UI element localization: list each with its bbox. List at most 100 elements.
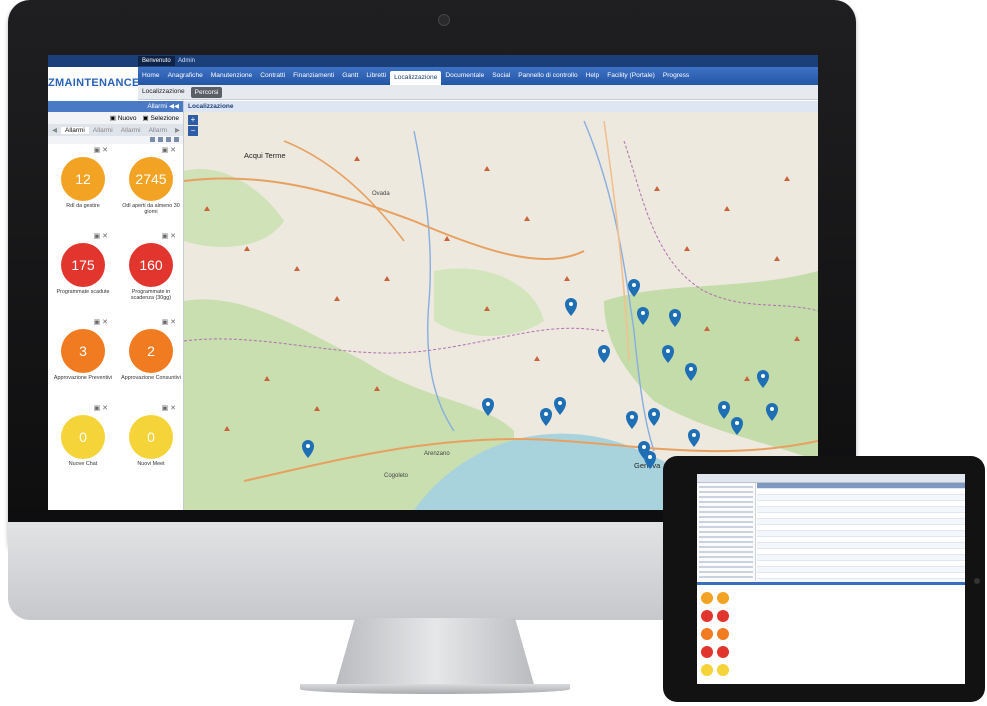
widget-approvazione-preventivi[interactable]: ▣ ✕ 3 Approvazione Preventivi: [52, 318, 114, 404]
widget-tools-icon[interactable]: ▣ ✕: [94, 232, 108, 240]
map-pin-icon[interactable]: [766, 403, 778, 421]
menu-item-localizzazione[interactable]: Localizzazione: [390, 71, 442, 85]
tablet-widget-dot[interactable]: [701, 646, 713, 658]
zoom-in-button[interactable]: +: [188, 115, 198, 125]
widget-label: Programmate in scadenza (30gg): [130, 289, 172, 301]
widget-tools-icon[interactable]: ▣ ✕: [94, 318, 108, 326]
sidebar-tabs: ◀ Allarmi Allarmi Allarmi Allarm ▶: [48, 124, 183, 136]
widget-nuove-chat[interactable]: ▣ ✕ 0 Nuove Chat: [52, 404, 114, 490]
widget-tools-icon[interactable]: ▣ ✕: [162, 318, 176, 326]
widget-programmate-scadute[interactable]: ▣ ✕ 175 Programmate scadute: [52, 232, 114, 318]
camera-icon: [438, 14, 450, 26]
zoom-out-button[interactable]: −: [188, 126, 198, 136]
map-pin-icon[interactable]: [648, 408, 660, 426]
widget-label: Programmate scadute: [56, 289, 110, 295]
tablet-widget-dot[interactable]: [701, 664, 713, 676]
tab-allarmi-2[interactable]: Allarmi: [89, 127, 117, 134]
sidebar-header[interactable]: Allarmi ◀◀: [48, 101, 183, 112]
export-icon[interactable]: [166, 137, 171, 142]
menu-item-documentale[interactable]: Documentale: [441, 67, 488, 85]
print-icon[interactable]: [158, 137, 163, 142]
widget-value: 160: [129, 243, 173, 287]
map-pin-icon[interactable]: [626, 411, 638, 429]
map-pin-icon[interactable]: [718, 401, 730, 419]
widget-tools-icon[interactable]: ▣ ✕: [162, 146, 176, 154]
menu-item-manutenzione[interactable]: Manutenzione: [207, 67, 256, 85]
menu-item-social[interactable]: Social: [488, 67, 514, 85]
widget-approvazione-consuntivi[interactable]: ▣ ✕ 2 Approvazione Consuntivi: [120, 318, 182, 404]
new-button[interactable]: ▣ Nuovo: [110, 114, 137, 122]
menu-item-gantt[interactable]: Gantt: [338, 67, 362, 85]
menu-item-anagrafiche[interactable]: Anagrafiche: [164, 67, 207, 85]
tab-allarmi-4[interactable]: Allarm: [145, 127, 171, 134]
widget-tools-icon[interactable]: ▣ ✕: [94, 146, 108, 154]
map-pin-icon[interactable]: [637, 307, 649, 325]
user-name[interactable]: Admin: [178, 56, 195, 66]
map-pin-icon[interactable]: [598, 345, 610, 363]
tablet-home-button[interactable]: [974, 578, 980, 584]
new-label: Nuovo: [117, 115, 137, 122]
zoom-controls: + −: [188, 115, 198, 137]
map-pin-icon[interactable]: [628, 279, 640, 297]
widget-tools-icon[interactable]: ▣ ✕: [94, 404, 108, 412]
collapse-icon[interactable]: ◀◀: [169, 103, 179, 110]
widget-label: Nuove Chat: [68, 461, 98, 467]
tab-percorsi[interactable]: Percorsi: [190, 86, 223, 98]
tablet-widget-dot[interactable]: [701, 628, 713, 640]
tab-allarmi-3[interactable]: Allarmi: [117, 127, 145, 134]
tablet-widget-dot[interactable]: [717, 664, 729, 676]
tabs-next-icon[interactable]: ▶: [171, 126, 184, 134]
tablet-widget-dot[interactable]: [717, 628, 729, 640]
menu-item-pannello[interactable]: Pannello di controllo: [514, 67, 581, 85]
map-pin-icon[interactable]: [540, 408, 552, 426]
map-pin-dot: [306, 444, 310, 448]
widget-rdi[interactable]: ▣ ✕ 12 RdI da gestire: [52, 146, 114, 232]
tabs-prev-icon[interactable]: ◀: [48, 126, 61, 134]
map-pin-dot: [666, 349, 670, 353]
tablet-widget-dot[interactable]: [717, 610, 729, 622]
map-pin-icon[interactable]: [482, 398, 494, 416]
select-button[interactable]: ▣ Selezione: [142, 114, 179, 122]
tab-localizzazione[interactable]: Localizzazione: [138, 85, 189, 99]
map-pin-icon[interactable]: [685, 363, 697, 381]
imac-screen: Benvenuto Admin ZMAINTENANCE Home Anagra…: [48, 55, 818, 510]
widget-label: Approvazione Consuntivi: [121, 375, 181, 381]
tablet-widget-dot[interactable]: [717, 646, 729, 658]
menu-item-progress[interactable]: Progress: [659, 67, 693, 85]
refresh-icon[interactable]: [174, 137, 179, 142]
menu-item-facility[interactable]: Facility (Portale): [603, 67, 659, 85]
widget-tools-icon[interactable]: ▣ ✕: [162, 232, 176, 240]
search-icon[interactable]: [150, 137, 155, 142]
map-view[interactable]: Localizzazione + − Acqui Terme Ovada Are…: [184, 101, 818, 510]
widget-label: Nuovi Meet: [137, 461, 165, 467]
tablet-widget-dot[interactable]: [701, 592, 713, 604]
map-pin-dot: [722, 405, 726, 409]
imac-stand: [335, 618, 535, 688]
menu-item-libretti[interactable]: Libretti: [362, 67, 390, 85]
map-pin-icon[interactable]: [669, 309, 681, 327]
sidebar-title: Allarmi: [147, 103, 168, 110]
map-pin-icon[interactable]: [757, 370, 769, 388]
map-pin-icon[interactable]: [662, 345, 674, 363]
tablet-widget-dot[interactable]: [717, 592, 729, 604]
map-pin-icon[interactable]: [554, 397, 566, 415]
map-pin-icon[interactable]: [731, 417, 743, 435]
menu-item-contratti[interactable]: Contratti: [256, 67, 289, 85]
menu-item-finanziamenti[interactable]: Finanziamenti: [289, 67, 338, 85]
main-menu: Home Anagrafiche Manutenzione Contratti …: [138, 67, 818, 85]
map-pin-icon[interactable]: [302, 440, 314, 458]
menu-item-help[interactable]: Help: [582, 67, 604, 85]
menu-item-home[interactable]: Home: [138, 67, 164, 85]
widget-programmate-scadenza[interactable]: ▣ ✕ 160 Programmate in scadenza (30gg): [120, 232, 182, 318]
map-pin-dot: [544, 412, 548, 416]
map-pin-icon[interactable]: [644, 451, 656, 469]
map-pin-dot: [652, 412, 656, 416]
tablet-widget-dot[interactable]: [701, 610, 713, 622]
widget-nuovi-meet[interactable]: ▣ ✕ 0 Nuovi Meet: [120, 404, 182, 490]
map-pin-icon[interactable]: [565, 298, 577, 316]
map-pin-icon[interactable]: [688, 429, 700, 447]
map-pin-dot: [642, 445, 646, 449]
tab-allarmi-1[interactable]: Allarmi: [61, 126, 89, 134]
widget-odl[interactable]: ▣ ✕ 2745 Odl aperti da almeno 30 giorni: [120, 146, 182, 232]
widget-tools-icon[interactable]: ▣ ✕: [162, 404, 176, 412]
